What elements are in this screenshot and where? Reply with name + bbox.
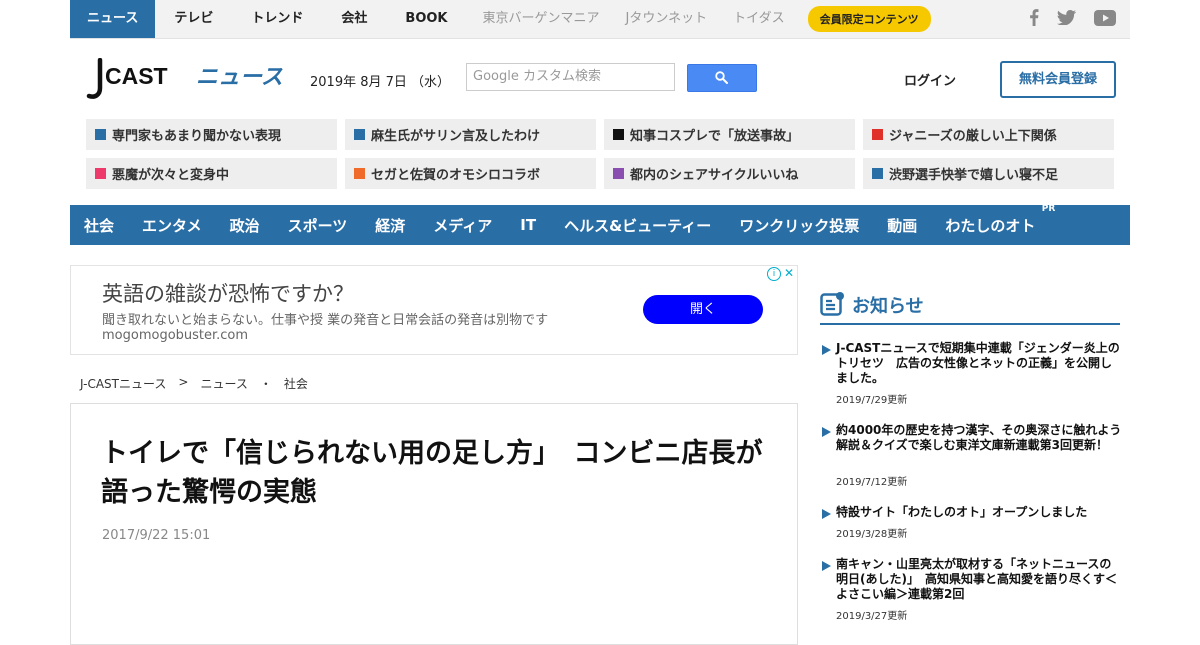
notice-text[interactable]: 特設サイト「わたしのオト」オープンしました bbox=[836, 505, 1122, 520]
topic-label: セガと佐賀のオモシロコラボ bbox=[371, 168, 541, 183]
article: トイレで「信じられない用の足し方」 コンビニ店長が語った驚愕の実態 2017/9… bbox=[70, 403, 798, 645]
topic-label: 悪魔が次々と変身中 bbox=[112, 168, 230, 183]
topic-marker bbox=[613, 168, 624, 179]
arrow-right-icon bbox=[822, 345, 831, 355]
category-society[interactable]: 社会 bbox=[70, 215, 128, 236]
current-date: 2019年 8月 7日 （水） bbox=[310, 75, 451, 90]
member-content-badge[interactable]: 会員限定コンテンツ bbox=[807, 6, 931, 32]
site-logo[interactable]: CAST ニュース bbox=[86, 57, 286, 104]
topic-label: 知事コスプレで「放送事故」 bbox=[630, 129, 800, 144]
category-it[interactable]: IT bbox=[506, 216, 550, 234]
tab-book[interactable]: BOOK bbox=[386, 0, 466, 38]
topic-marker bbox=[354, 168, 365, 179]
topic-item[interactable]: 悪魔が次々と変身中 bbox=[86, 158, 337, 189]
topic-item[interactable]: 麻生氏がサリン言及したわけ bbox=[345, 119, 596, 150]
notice-text[interactable]: 約4000年の歴史を持つ漢字、その奥深さに触れよう 解説＆クイズで楽しむ東洋文庫… bbox=[836, 423, 1133, 453]
link-toidasu[interactable]: トイダス bbox=[720, 0, 797, 38]
topic-marker bbox=[95, 168, 106, 179]
tab-company[interactable]: 会社 bbox=[322, 0, 386, 38]
breadcrumb-news[interactable]: ニュース bbox=[200, 375, 247, 392]
breadcrumb-home[interactable]: J-CASTニュース bbox=[80, 375, 166, 392]
login-link[interactable]: ログイン bbox=[904, 70, 956, 89]
category-health-beauty[interactable]: ヘルス&ビューティー bbox=[550, 215, 725, 236]
topic-item[interactable]: 都内のシェアサイクルいいね bbox=[604, 158, 855, 189]
topic-label: 麻生氏がサリン言及したわけ bbox=[371, 129, 541, 144]
topic-marker bbox=[872, 168, 883, 179]
tab-news[interactable]: ニュース bbox=[70, 0, 156, 38]
facebook-icon[interactable] bbox=[1029, 9, 1039, 26]
notice-header: お知らせ bbox=[820, 289, 1120, 325]
notice-date: 2019/7/12更新 bbox=[836, 477, 908, 488]
twitter-icon[interactable] bbox=[1057, 10, 1076, 25]
youtube-icon[interactable] bbox=[1094, 9, 1116, 26]
article-timestamp: 2017/9/22 15:01 bbox=[102, 528, 211, 543]
ad-open-button[interactable]: 開く bbox=[643, 295, 763, 324]
breadcrumb-society[interactable]: 社会 bbox=[284, 375, 308, 392]
category-economy[interactable]: 経済 bbox=[361, 215, 419, 236]
ad-description: 聞き取れないと始まらない。仕事や授 業の発音と日常会話の発音は別物です bbox=[102, 313, 549, 328]
topic-label: 都内のシェアサイクルいいね bbox=[630, 168, 799, 183]
topic-marker bbox=[872, 129, 883, 140]
ad-close-icon[interactable]: ✕ bbox=[782, 266, 796, 280]
tab-trend[interactable]: トレンド bbox=[232, 0, 322, 38]
topic-marker bbox=[95, 129, 106, 140]
pr-label: PR bbox=[1041, 203, 1056, 214]
topic-label: 専門家もあまり聞かない表現 bbox=[112, 129, 282, 144]
tab-tv[interactable]: テレビ bbox=[155, 0, 232, 38]
notice-text[interactable]: J-CASTニュースで短期集中連載「ジェンダー炎上のトリセツ 広告の女性像とネッ… bbox=[836, 341, 1122, 386]
hot-topics: 専門家もあまり聞かない表現 麻生氏がサリン言及したわけ 知事コスプレで「放送事故… bbox=[86, 119, 1114, 189]
topic-label: 渋野選手快挙で嬉しい寝不足 bbox=[889, 168, 1059, 183]
notice-date: 2019/7/29更新 bbox=[836, 395, 908, 406]
category-video[interactable]: 動画 bbox=[873, 215, 931, 236]
breadcrumb: J-CASTニュース > ニュース ・ 社会 bbox=[80, 375, 308, 392]
topic-item[interactable]: 専門家もあまり聞かない表現 bbox=[86, 119, 337, 150]
arrow-right-icon bbox=[822, 509, 831, 519]
category-politics[interactable]: 政治 bbox=[216, 215, 274, 236]
search-input[interactable]: Google カスタム検索 bbox=[466, 63, 675, 91]
ad-url[interactable]: mogomogobuster.com bbox=[102, 328, 248, 343]
breadcrumb-separator: > bbox=[178, 375, 189, 389]
arrow-right-icon bbox=[822, 561, 831, 571]
register-button[interactable]: 無料会員登録 bbox=[1000, 61, 1116, 98]
topic-item[interactable]: セガと佐賀のオモシロコラボ bbox=[345, 158, 596, 189]
notice-text[interactable]: 南キャン・山里亮太が取材する「ネットニュースの明日(あした)」 高知県知事と高知… bbox=[836, 557, 1122, 602]
notice-title: お知らせ bbox=[852, 296, 924, 317]
link-jtown-net[interactable]: Jタウンネット bbox=[613, 0, 721, 38]
arrow-right-icon bbox=[822, 427, 831, 437]
breadcrumb-separator: ・ bbox=[259, 377, 272, 391]
notice-date: 2019/3/27更新 bbox=[836, 611, 908, 622]
topic-marker bbox=[354, 129, 365, 140]
ad-info-icon[interactable]: i bbox=[767, 267, 781, 281]
ad-headline[interactable]: 英語の雑談が恐怖ですか？ bbox=[102, 278, 354, 308]
category-watashi-no-oto-label: わたしのオト bbox=[945, 216, 1036, 235]
category-one-click-vote[interactable]: ワンクリック投票 bbox=[725, 215, 873, 236]
top-bar: ニュース テレビ トレンド 会社 BOOK 東京バーゲンマニア Jタウンネット … bbox=[70, 0, 1130, 39]
notice-icon bbox=[820, 292, 844, 316]
ad-banner[interactable]: 英語の雑談が恐怖ですか？ 聞き取れないと始まらない。仕事や授 業の発音と日常会話… bbox=[70, 265, 798, 355]
notice-date: 2019/3/28更新 bbox=[836, 529, 908, 540]
logo-cast-text: CAST bbox=[105, 63, 168, 89]
category-nav: 社会 エンタメ 政治 スポーツ 経済 メディア IT ヘルス&ビューティー ワン… bbox=[70, 204, 1130, 245]
category-media[interactable]: メディア bbox=[419, 215, 506, 236]
topic-label: ジャニーズの厳しい上下関係 bbox=[889, 129, 1057, 144]
topic-marker bbox=[613, 129, 624, 140]
article-title: トイレで「信じられない用の足し方」 コンビニ店長が語った驚愕の実態 bbox=[101, 438, 763, 508]
search-button[interactable] bbox=[687, 64, 757, 92]
search-icon bbox=[715, 71, 728, 84]
category-sports[interactable]: スポーツ bbox=[274, 215, 362, 236]
logo-news-text: ニュース bbox=[196, 65, 283, 90]
social-links bbox=[1029, 9, 1116, 26]
category-watashi-no-oto[interactable]: わたしのオト PR bbox=[931, 204, 1055, 236]
topic-item[interactable]: 知事コスプレで「放送事故」 bbox=[604, 119, 855, 150]
category-entertainment[interactable]: エンタメ bbox=[128, 215, 216, 236]
topic-item[interactable]: ジャニーズの厳しい上下関係 bbox=[863, 119, 1114, 150]
link-tokyo-bargain-mania[interactable]: 東京バーゲンマニア bbox=[467, 0, 613, 38]
topic-item[interactable]: 渋野選手快挙で嬉しい寝不足 bbox=[863, 158, 1114, 189]
